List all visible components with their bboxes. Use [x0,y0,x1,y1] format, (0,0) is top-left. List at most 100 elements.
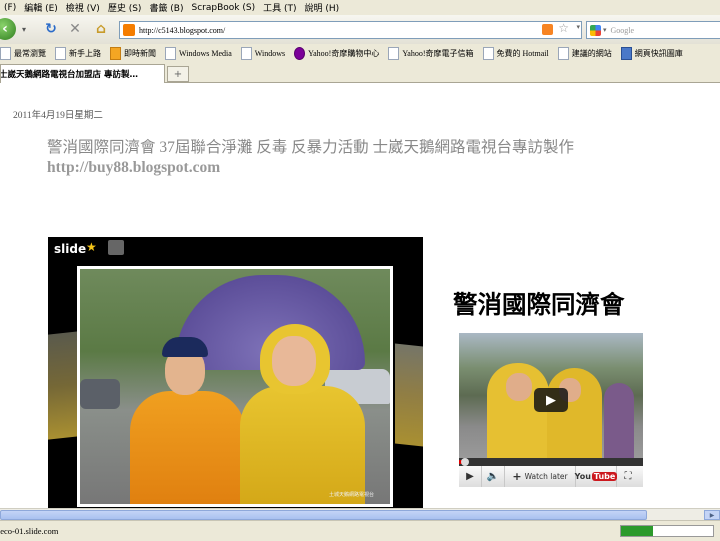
page-content: 2011年4月19日星期二 警消國際同濟會 37屆聯合淨灘 反毒 反暴力活動 士… [0,83,720,508]
status-text: deco-01.slide.com [0,526,59,536]
search-engine-dropdown-icon[interactable]: ▾ [603,26,607,34]
stop-icon: ✕ [69,21,81,37]
plus-icon: + [512,470,522,483]
bookmark-item[interactable]: 新手上路 [55,46,101,60]
play-icon: ▶ [546,392,556,408]
slide-logo[interactable]: slide [54,242,86,256]
bookmark-label: Yahoo!奇摩購物中心 [308,48,380,58]
back-button[interactable]: ‹ [0,18,16,40]
play-icon: ▶ [466,471,474,482]
person-figure [240,324,370,504]
scroll-right-arrow-icon[interactable]: ▶ [704,510,720,520]
bookmark-item[interactable]: 免費的 Hotmail [482,46,549,60]
watch-later-button[interactable]: + Watch later [505,466,576,487]
tab-active[interactable]: 士崴天鵝網路電視台加盟店 專訪製… [0,64,165,83]
bookmark-item[interactable]: Yahoo!奇摩電子信箱 [388,46,474,60]
play-button[interactable]: ▶ [459,466,482,487]
home-button[interactable]: ⌂ [92,20,110,38]
video-thumbnail[interactable]: ▶ [459,333,643,458]
page-icon [557,46,569,60]
page-icon [165,46,176,60]
blogger-site-icon [123,24,135,36]
video-progress-bar[interactable] [459,458,643,466]
bookmark-label: 新手上路 [69,48,101,58]
gallery-icon [620,46,632,60]
star-icon[interactable]: ★ [86,240,97,254]
bookmark-item[interactable]: Windows Media [165,46,232,60]
home-icon: ⌂ [95,21,107,37]
youtube-embed[interactable]: ▶ ▶ 🔈 + Watch later You Tube ⛶ [459,333,643,487]
previous-slide-photo[interactable] [48,331,78,440]
bookmark-item[interactable]: 建議的網站 [557,46,612,60]
page-icon [55,46,66,60]
menu-item[interactable]: 檢視 (V) [62,1,104,14]
navigation-toolbar: ‹ ▾ ↻ ✕ ⌂ http://c5143.blogspot.com/ ☆ ▾… [0,15,720,45]
reload-button[interactable]: ↻ [42,20,60,38]
history-dropdown-button[interactable]: ▾ [18,23,30,35]
next-slide-photo[interactable] [395,343,423,447]
menu-item[interactable]: 書籤 (B) [145,1,187,14]
fullscreen-button[interactable]: ⛶ [617,466,639,487]
car-shape [80,379,120,409]
google-engine-icon[interactable] [590,24,601,36]
scrollbar-thumb[interactable] [0,510,647,520]
search-bar[interactable]: ▾ Google [586,21,720,39]
bookmarks-toolbar: 最常瀏覽 新手上路 即時新聞 Windows Media Windows Yahoo!奇摩… [0,44,720,63]
current-slide-photo[interactable]: 土城天鵝網路電視台 [77,266,393,507]
bookmark-item[interactable]: 網頁快訊圖庫 [620,46,683,60]
url-dropdown-icon[interactable]: ▾ [576,23,580,31]
sidebar-heading: 警消國際同濟會 [453,292,625,319]
photo-credit: 土城天鵝網路電視台 [328,492,374,498]
post-title[interactable]: 警消國際同濟會 37屆聯合淨灘 反毒 反暴力活動 士崴天鵝網路電視台專訪製作 ht… [47,138,637,178]
big-play-button[interactable]: ▶ [534,388,568,412]
menu-item[interactable]: 工具 (T) [259,1,300,14]
back-arrow-icon: ‹ [2,21,8,37]
person-figure [120,329,250,504]
url-text[interactable]: http://c5143.blogspot.com/ [139,26,225,35]
video-scrubber-handle[interactable] [461,458,469,466]
bookmark-label: Yahoo!奇摩電子信箱 [402,48,474,58]
post-title-text: 警消國際同濟會 37屆聯合淨灘 反毒 反暴力活動 士崴天鵝網路電視台專訪製作 [47,139,575,156]
bookmark-item[interactable]: Windows [240,46,286,60]
page-load-progress [620,525,714,537]
youtube-logo[interactable]: You Tube [575,466,618,487]
menu-item[interactable]: (F) [0,3,20,13]
page-icon [482,46,494,60]
menu-item[interactable]: 說明 (H) [300,1,343,14]
volume-button[interactable]: 🔈 [482,466,505,487]
feed-icon [110,46,121,60]
bookmark-label: 最常瀏覽 [14,48,46,58]
bookmark-star-icon[interactable]: ☆ [558,21,569,35]
post-date: 2011年4月19日星期二 [13,111,103,121]
video-controls: ▶ 🔈 + Watch later You Tube ⛶ [459,466,643,487]
tab-label: 士崴天鵝網路電視台加盟店 專訪製… [0,70,138,80]
bookmark-label: Windows [254,48,286,58]
slide-slideshow-widget[interactable]: slide ★ 土城天鵝網路電視台 [48,237,423,508]
stop-button[interactable]: ✕ [66,20,84,38]
bookmark-label: Windows Media [179,48,232,58]
bookmark-item[interactable]: 最常瀏覽 [0,46,46,60]
reload-icon: ↻ [45,21,57,37]
fullscreen-icon: ⛶ [624,471,632,482]
page-icon [388,46,400,60]
rss-feed-icon[interactable] [542,24,553,35]
bookmark-item[interactable]: 即時新聞 [110,46,156,60]
tab-bar: 士崴天鵝網路電視台加盟店 專訪製… + [0,62,720,83]
user-icon[interactable] [108,240,124,255]
status-bar: deco-01.slide.com [0,520,720,541]
search-input[interactable]: Google [611,26,635,35]
menu-item[interactable]: 編輯 (E) [20,1,62,14]
address-bar[interactable]: http://c5143.blogspot.com/ ☆ ▾ [119,21,582,39]
bookmark-label: 免費的 Hotmail [496,48,549,58]
yahoo-icon [294,46,306,60]
speaker-icon: 🔈 [486,471,500,482]
menu-item[interactable]: ScrapBook (S) [188,3,260,13]
new-tab-button[interactable]: + [167,66,189,82]
bookmark-label: 建議的網站 [571,48,612,58]
menu-item[interactable]: 歷史 (S) [104,1,146,14]
bookmark-label: 網頁快訊圖庫 [634,48,683,58]
bookmark-item[interactable]: Yahoo!奇摩購物中心 [294,46,380,60]
page-icon [240,46,252,60]
photo-scene: 土城天鵝網路電視台 [80,269,390,504]
post-title-link[interactable]: http://buy88.blogspot.com [47,159,220,176]
